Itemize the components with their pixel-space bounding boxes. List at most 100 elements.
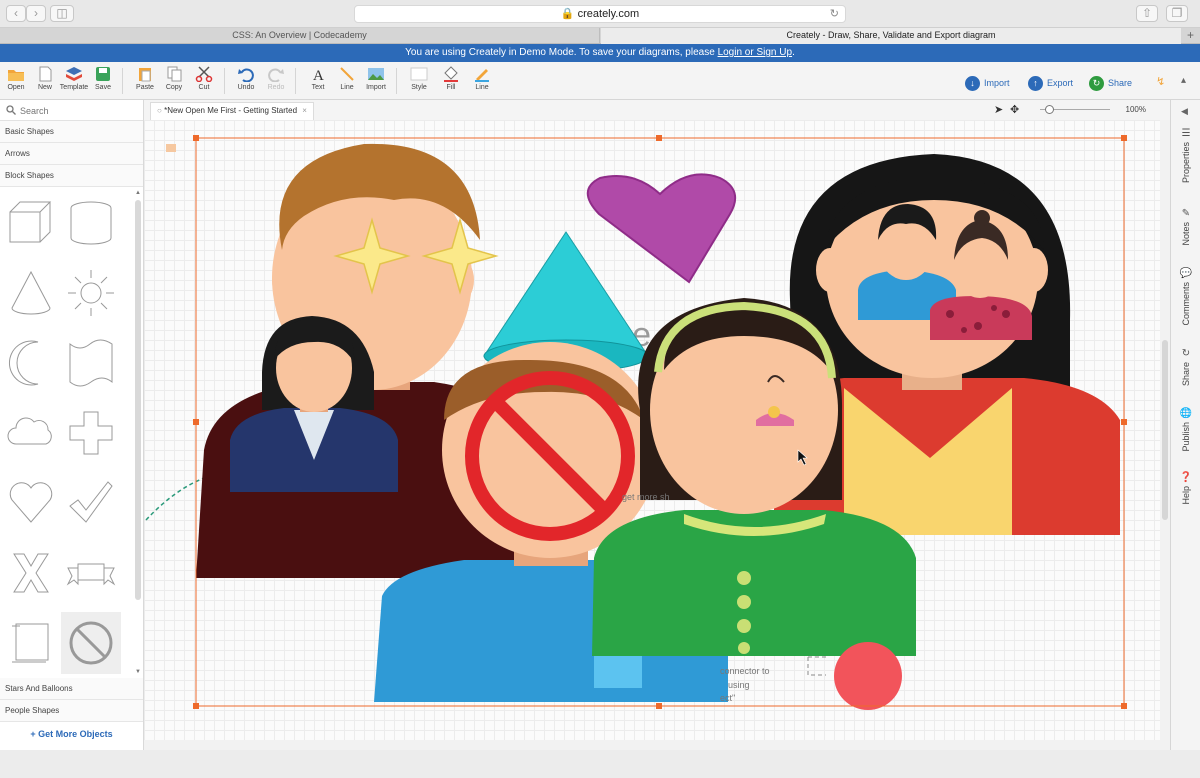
ghost-text-ect: ect" xyxy=(720,693,736,703)
save-button[interactable]: Save xyxy=(88,66,118,91)
heart-shape-canvas[interactable] xyxy=(586,173,737,284)
cube-shape[interactable] xyxy=(4,196,58,250)
scroll-up-icon[interactable]: ▲ xyxy=(134,190,142,196)
category-block-shapes[interactable]: Block Shapes xyxy=(0,165,143,187)
paste-button[interactable]: Paste xyxy=(130,66,160,91)
category-stars-and-balloons[interactable]: Stars And Balloons xyxy=(0,678,143,700)
share-button[interactable]: ↻ Share xyxy=(1089,75,1132,92)
text-label: Text xyxy=(311,84,325,91)
document-tab[interactable]: ○ *New Open Me First - Getting Started × xyxy=(150,102,314,120)
select-pointer-icon[interactable]: ➤ xyxy=(994,103,1003,116)
import-image-button[interactable]: Import xyxy=(361,66,391,91)
notes-tab[interactable]: ✎ Notes xyxy=(1173,208,1199,246)
category-basic-shapes[interactable]: Basic Shapes xyxy=(0,121,143,143)
paste-icon xyxy=(139,68,151,82)
category-arrows[interactable]: Arrows xyxy=(0,143,143,165)
sidebar-bottom-categories: Stars And Balloons People Shapes + Get M… xyxy=(0,678,143,746)
login-signup-link[interactable]: Login or Sign Up xyxy=(718,47,793,58)
close-tab-icon[interactable]: × xyxy=(302,106,307,115)
no-sign-shape[interactable] xyxy=(64,616,118,670)
paste-label: Paste xyxy=(136,84,154,91)
fill-button[interactable]: Fill xyxy=(436,66,466,91)
share-page-icon[interactable]: ⇧ xyxy=(1136,5,1158,22)
download-icon: ↓ xyxy=(965,76,980,92)
import-button[interactable]: ↓ Import xyxy=(965,75,1010,92)
cone-shape[interactable] xyxy=(4,266,58,320)
share-panel-label: Share xyxy=(1181,362,1191,387)
forward-arrow-icon[interactable]: › xyxy=(26,5,46,22)
cylinder-shape[interactable] xyxy=(64,196,118,250)
line-style-button[interactable]: Line xyxy=(467,66,497,91)
canvas-scroll-thumb[interactable] xyxy=(1162,340,1168,520)
share-refresh-icon: ↻ xyxy=(1089,76,1104,92)
checkmark-shape[interactable] xyxy=(64,476,118,530)
collapse-toolbar-icon[interactable]: ▴ xyxy=(1181,75,1186,86)
sun-shape[interactable] xyxy=(64,266,118,320)
address-bar[interactable]: 🔒 creately.com ↻ xyxy=(354,5,846,23)
fullscreen-icon[interactable]: ↯ xyxy=(1156,75,1165,88)
properties-tab[interactable]: ☰ Properties xyxy=(1173,128,1199,183)
toolbar-divider xyxy=(396,68,397,94)
line-tool-button[interactable]: Line xyxy=(332,66,362,91)
pan-icon[interactable]: ✥ xyxy=(1010,103,1019,116)
scroll-down-icon[interactable]: ▼ xyxy=(134,669,142,675)
diagram-canvas[interactable]: Welcome xyxy=(144,120,1170,742)
sidebar-toggle-icon[interactable]: ◫ xyxy=(50,5,74,22)
lock-icon: 🔒 xyxy=(560,8,575,20)
comments-tab[interactable]: 💬 Comments xyxy=(1173,268,1199,326)
help-tab[interactable]: ❓ Help xyxy=(1173,472,1199,505)
globe-icon: 🌐 xyxy=(1179,408,1193,419)
copy-button[interactable]: Copy xyxy=(159,66,189,91)
export-button[interactable]: ↑ Export xyxy=(1028,75,1073,92)
moon-shape[interactable] xyxy=(4,336,58,390)
red-circle-shape[interactable] xyxy=(834,642,902,710)
notes-icon: ✎ xyxy=(1181,208,1191,219)
new-tab-icon[interactable]: + xyxy=(1187,28,1194,42)
upload-icon: ↑ xyxy=(1028,76,1043,92)
ghost-text-get-more: get more sh xyxy=(622,492,670,502)
category-people-shapes[interactable]: People Shapes xyxy=(0,700,143,722)
back-arrow-icon[interactable]: ‹ xyxy=(6,5,26,22)
publish-label: Publish xyxy=(1181,422,1191,452)
tab-codecademy[interactable]: CSS: An Overview | Codecademy xyxy=(0,28,600,44)
reload-icon[interactable]: ↻ xyxy=(830,6,839,23)
cloud-shape[interactable] xyxy=(4,406,58,460)
canvas-vertical-scrollbar[interactable] xyxy=(1160,120,1170,740)
new-button[interactable]: New xyxy=(30,66,60,91)
style-label: Style xyxy=(411,84,427,91)
scroll-shape[interactable] xyxy=(4,616,58,670)
redo-button[interactable]: Redo xyxy=(261,66,291,91)
wave-shape[interactable] xyxy=(64,336,118,390)
zoom-slider-handle[interactable] xyxy=(1045,105,1054,114)
sidebar-scroll-thumb[interactable] xyxy=(135,200,141,600)
share-tab[interactable]: ↻ Share xyxy=(1173,348,1199,386)
x-shape[interactable] xyxy=(4,546,58,600)
tabs-overview-icon[interactable]: ❐ xyxy=(1166,5,1188,22)
template-button[interactable]: Template xyxy=(59,66,89,91)
undo-button[interactable]: Undo xyxy=(231,66,261,91)
unsaved-dot-icon: ○ xyxy=(157,106,162,115)
scissors-icon xyxy=(195,66,213,82)
sidebar-scrollbar[interactable]: ▲ ▼ xyxy=(134,190,142,675)
ghost-text-connector: connector to xyxy=(720,666,770,676)
cut-button[interactable]: Cut xyxy=(189,66,219,91)
redo-label: Redo xyxy=(267,84,285,91)
style-button[interactable]: Style xyxy=(404,66,434,91)
search-input[interactable] xyxy=(20,104,138,117)
text-tool-button[interactable]: A Text xyxy=(303,66,333,91)
banner-shape[interactable] xyxy=(64,546,118,600)
get-more-objects-link[interactable]: + Get More Objects xyxy=(0,722,143,746)
publish-tab[interactable]: 🌐 Publish xyxy=(1173,408,1199,452)
help-label: Help xyxy=(1181,486,1191,505)
canvas-horizontal-scrollbar[interactable] xyxy=(144,740,1170,750)
heart-shape[interactable] xyxy=(4,476,58,530)
tab-creately[interactable]: Creately - Draw, Share, Validate and Exp… xyxy=(601,28,1181,44)
dashed-connector[interactable] xyxy=(145,477,205,521)
new-document-icon xyxy=(39,66,52,82)
cross-shape[interactable] xyxy=(64,406,118,460)
collapse-panel-icon[interactable]: ◀ xyxy=(1181,106,1188,117)
shape-search xyxy=(0,100,143,121)
demo-mode-banner: You are using Creately in Demo Mode. To … xyxy=(0,44,1200,62)
open-button[interactable]: Open xyxy=(1,66,31,91)
search-icon xyxy=(6,105,16,115)
